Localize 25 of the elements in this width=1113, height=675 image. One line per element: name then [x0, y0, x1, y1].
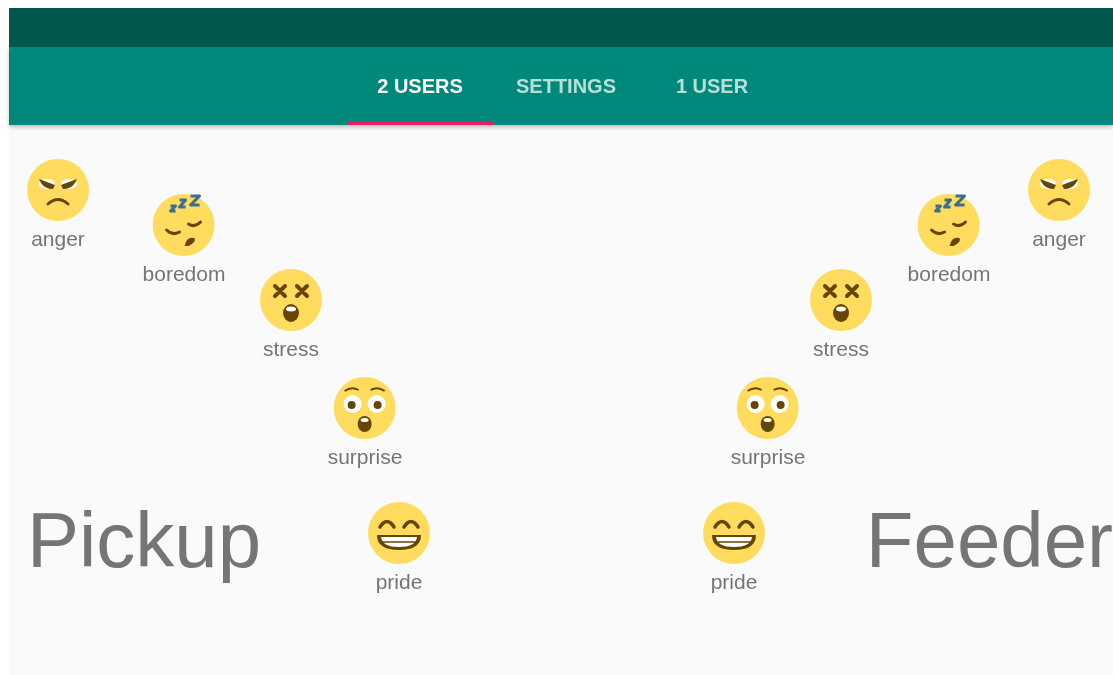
emotion-label: stress: [263, 337, 319, 361]
astonished-face-icon: [737, 377, 799, 439]
emotion-label: boredom: [142, 262, 226, 286]
grinning-face-icon: [703, 502, 765, 564]
emotion-label: surprise: [730, 445, 806, 469]
emotion-label: anger: [31, 227, 85, 251]
sleepy-face-icon: [918, 194, 980, 256]
emotion-label: pride: [375, 570, 423, 594]
tab[interactable]: 1 USER: [639, 47, 785, 125]
angry-face-icon: [1028, 159, 1090, 221]
tab[interactable]: 2 USERS: [347, 47, 493, 125]
user-title: Feeder: [865, 495, 1113, 586]
grinning-face-icon: [368, 502, 430, 564]
angry-face-icon: [27, 159, 89, 221]
astonished-face-icon: [334, 377, 396, 439]
sleepy-face-icon: [153, 194, 215, 256]
dizzy-face-icon: [810, 269, 872, 331]
emotion-label: boredom: [907, 262, 991, 286]
emotion-label: anger: [1032, 227, 1086, 251]
user-title: Pickup: [27, 495, 262, 586]
emotion-label: pride: [710, 570, 758, 594]
emotion-label: surprise: [327, 445, 403, 469]
tab[interactable]: SETTINGS: [493, 47, 639, 125]
dizzy-face-icon: [260, 269, 322, 331]
emotion-label: stress: [813, 337, 869, 361]
